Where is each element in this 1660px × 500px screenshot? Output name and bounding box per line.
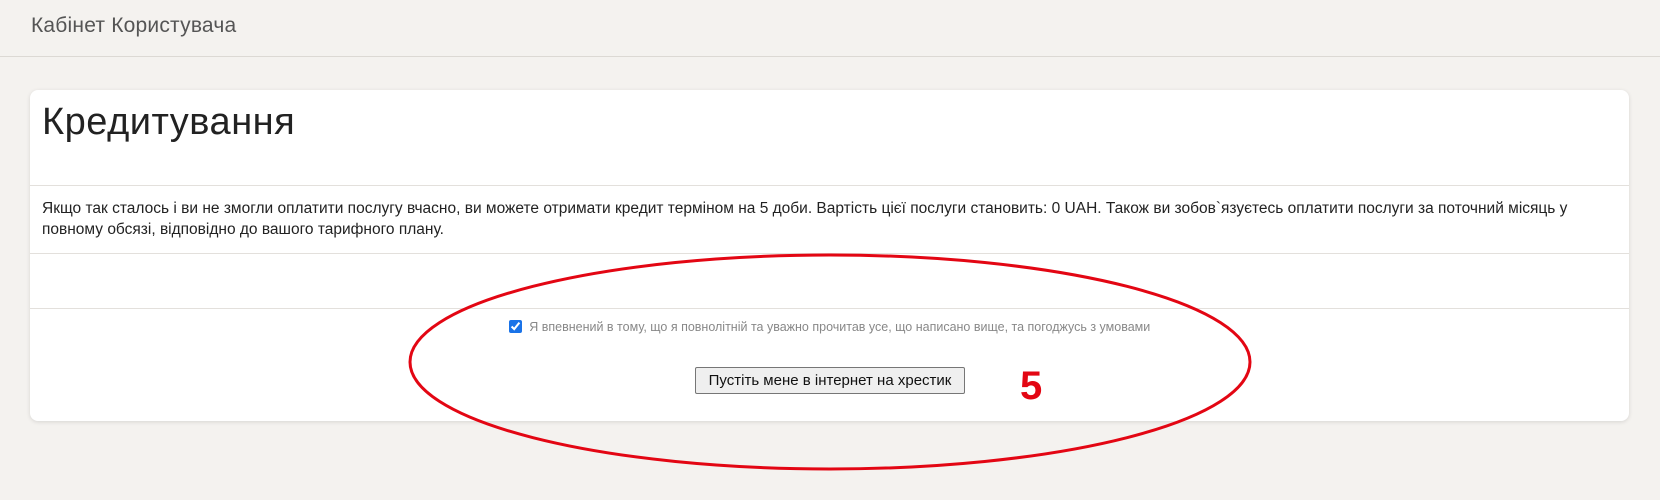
agreement-label-wrapper[interactable]: Я впевнений в тому, що я повнолітній та …: [508, 320, 1151, 334]
card-description-row: Якщо так сталось і ви не змогли оплатити…: [30, 186, 1629, 254]
top-bar: Кабінет Користувача: [0, 0, 1660, 57]
agreement-checkbox[interactable]: [508, 320, 522, 333]
agreement-label: Я впевнений в тому, що я повнолітній та …: [529, 320, 1151, 334]
agreement-row: Я впевнений в тому, що я повнолітній та …: [30, 320, 1629, 334]
card-empty-row: [30, 254, 1629, 309]
get-credit-button[interactable]: Пустіть мене в інтернет на хрестик: [695, 367, 965, 394]
page-header-title: Кабінет Користувача: [31, 14, 237, 37]
credit-card-panel: Кредитування Якщо так сталось і ви не зм…: [30, 90, 1629, 421]
card-header: Кредитування: [30, 90, 1629, 186]
card-title: Кредитування: [42, 101, 296, 143]
credit-description: Якщо так сталось і ви не змогли оплатити…: [42, 200, 1568, 238]
